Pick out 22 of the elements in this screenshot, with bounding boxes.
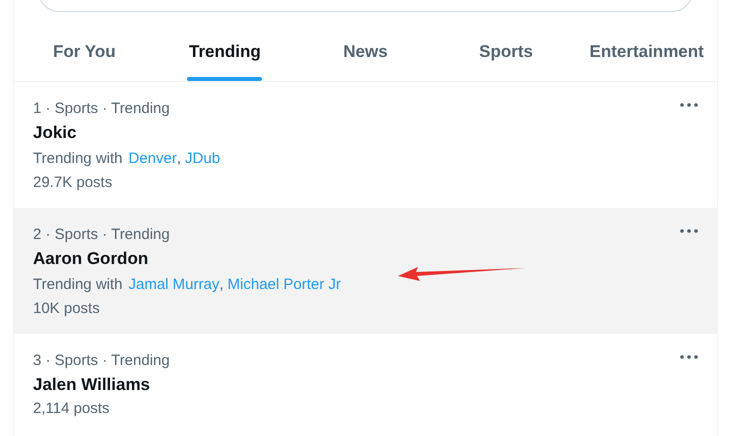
- more-icon[interactable]: [680, 103, 698, 107]
- trend-context: 3 · Sports · Trending: [33, 351, 170, 371]
- tab[interactable]: Sports: [436, 12, 576, 81]
- trend-context: 2 · Sports · Trending: [33, 225, 171, 245]
- trend-item[interactable]: 2 · Sports · Trending Aaron Gordon Trending with Jamal Murray, Michael Porter Jr 10K posts: [14, 208, 717, 334]
- trend-title: Aaron Gordon: [33, 249, 150, 269]
- more-icon[interactable]: [680, 355, 698, 359]
- tab[interactable]: Entertainment: [576, 12, 717, 81]
- post-count: 2,114 posts: [33, 399, 110, 419]
- separator: ,: [219, 275, 224, 295]
- post-count: 10K posts: [33, 299, 101, 319]
- trending-with-label: Trending with: [33, 275, 122, 295]
- trend-title: Jalen Williams: [33, 375, 152, 395]
- more-icon[interactable]: [680, 229, 698, 233]
- trend-context: 1 · Sports · Trending: [33, 99, 171, 119]
- tab[interactable]: News: [295, 12, 436, 81]
- tab[interactable]: For You: [14, 12, 155, 81]
- tab[interactable]: Trending: [154, 12, 296, 81]
- trend-title: Jokic: [33, 123, 78, 143]
- separator: ,: [176, 149, 182, 169]
- trending-with-label: Trending with: [33, 149, 122, 169]
- post-count: 29.7K posts: [33, 173, 114, 193]
